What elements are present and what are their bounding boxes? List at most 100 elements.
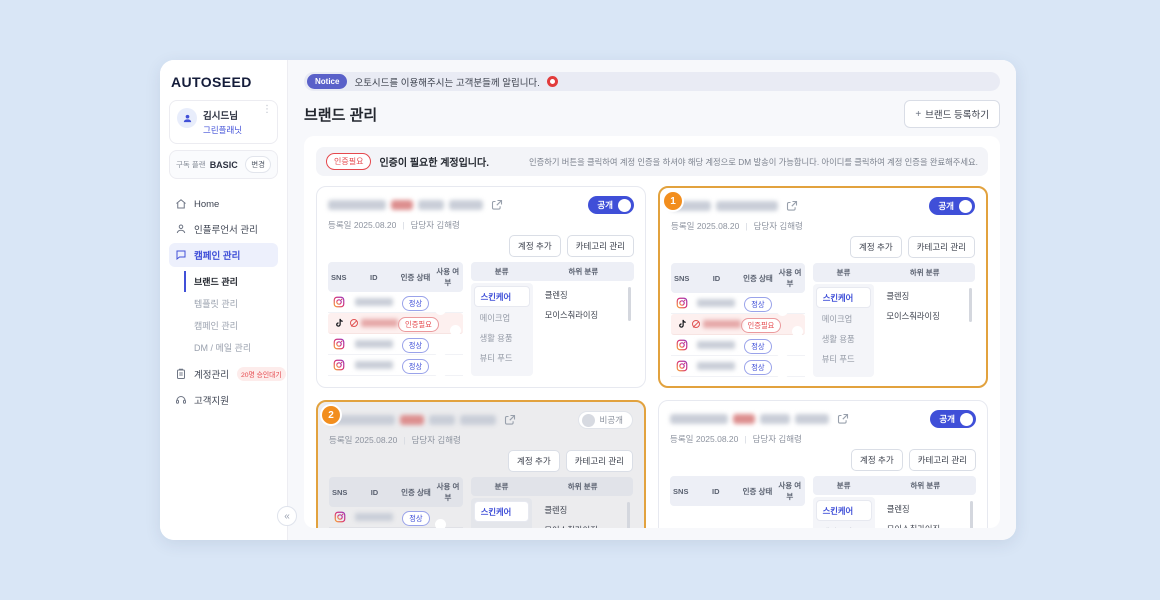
sidebar-item-home[interactable]: Home	[169, 193, 278, 215]
add-account-button[interactable]: 계정 추가	[509, 235, 561, 257]
sidebar-item-account[interactable]: 계정관리 20명 승인대기	[169, 362, 278, 386]
col-subcategory: 하위 분류	[875, 480, 976, 491]
add-account-button[interactable]: 계정 추가	[850, 236, 902, 258]
manage-category-button[interactable]: 카테고리 관리	[908, 236, 975, 258]
redacted-brand-name	[391, 200, 413, 210]
account-id-redacted[interactable]	[692, 320, 740, 328]
account-row: 인증필요	[671, 314, 805, 335]
col-id: ID	[692, 274, 740, 283]
subcategory-item: 모이스춰라이징	[886, 310, 963, 322]
category-item-selected[interactable]: 스킨케어	[474, 501, 530, 522]
status-pill: 인증필요	[741, 318, 782, 333]
sidebar-collapse-button[interactable]: «	[277, 506, 297, 526]
account-id-redacted[interactable]	[350, 298, 398, 306]
account-id-redacted[interactable]	[350, 319, 398, 327]
open-link-icon[interactable]	[837, 413, 849, 425]
category-item[interactable]: 생활 용품	[474, 328, 530, 347]
account-id-redacted[interactable]	[692, 341, 740, 349]
toggle-knob	[960, 413, 973, 426]
redacted-brand-name	[733, 414, 755, 424]
add-account-button[interactable]: 계정 추가	[508, 450, 560, 472]
sidebar-item-influencer[interactable]: 인플루언서 관리	[169, 217, 278, 241]
blocked-icon	[350, 319, 358, 327]
category-item[interactable]: 메이크업	[816, 309, 872, 328]
category-item[interactable]: 메이크업	[474, 308, 530, 327]
category-item-selected[interactable]: 스킨케어	[816, 287, 872, 308]
sidebar-item-dm-mail[interactable]: DM / 메일 관리	[169, 337, 278, 358]
scrollbar[interactable]	[628, 287, 631, 321]
col-id: ID	[350, 273, 398, 282]
registered-date: 등록일 2025.08.20	[328, 219, 396, 231]
user-org: 그린플래닛	[203, 124, 242, 136]
account-row: 정상	[671, 356, 805, 377]
visibility-toggle[interactable]: 공개	[930, 410, 976, 428]
plan-card: 구독 플랜 BASIC 변경	[169, 150, 278, 179]
open-link-icon[interactable]	[504, 414, 516, 426]
instagram-icon	[328, 359, 350, 371]
col-status: 인증 상태	[741, 273, 776, 284]
manage-category-button[interactable]: 카테고리 관리	[909, 449, 976, 471]
campaign-subnav: 브랜드 관리 템플릿 관리 캠페인 관리 DM / 메일 관리	[169, 271, 278, 358]
visibility-toggle[interactable]: 공개	[588, 196, 634, 214]
open-link-icon[interactable]	[491, 199, 503, 211]
scrollbar[interactable]	[969, 288, 972, 322]
redacted-brand-name	[795, 414, 829, 424]
col-subcategory: 하위 분류	[532, 481, 633, 492]
col-id: ID	[350, 488, 398, 497]
category-table: 분류 하위 분류 스킨케어 메이크업 생활 용품 뷰티 푸드	[813, 263, 975, 377]
toggle-knob	[582, 414, 595, 427]
clipboard-icon	[175, 368, 187, 380]
visibility-toggle[interactable]: 공개	[929, 197, 975, 215]
subcategory-item: 모이스춰라이징	[887, 523, 964, 528]
notice-text: 오토시드를 이용해주시는 고객분들께 알립니다.	[354, 75, 539, 89]
scrollbar[interactable]	[627, 502, 630, 528]
category-item[interactable]: 뷰티 푸드	[474, 348, 530, 367]
registered-date: 등록일 2025.08.20	[670, 433, 738, 445]
col-status: 인증 상태	[399, 487, 434, 498]
account-id-redacted[interactable]	[350, 361, 398, 369]
open-link-icon[interactable]	[786, 200, 798, 212]
sidebar-item-campaign-management[interactable]: 캠페인 관리	[169, 315, 278, 336]
sidebar-item-template-management[interactable]: 템플릿 관리	[169, 293, 278, 314]
account-id-redacted[interactable]	[692, 362, 740, 370]
separator: |	[745, 221, 747, 231]
manage-category-button[interactable]: 카테고리 관리	[566, 450, 633, 472]
account-id-redacted[interactable]	[350, 513, 398, 521]
page-title: 브랜드 관리	[304, 104, 377, 125]
profile-card[interactable]: 김시드님 그린플래닛 ⋮	[169, 100, 278, 144]
scrollbar[interactable]	[970, 501, 973, 528]
visibility-toggle[interactable]: 비공개	[578, 411, 633, 429]
col-sns: SNS	[670, 487, 692, 496]
notice-bar[interactable]: Notice 오토시드를 이용해주시는 고객분들께 알립니다.	[304, 72, 1000, 91]
category-item[interactable]: 생활 용품	[816, 329, 872, 348]
manage-category-button[interactable]: 카테고리 관리	[567, 235, 634, 257]
add-account-button[interactable]: 계정 추가	[851, 449, 903, 471]
subcategory-item: 모이스춰라이징	[545, 309, 622, 321]
category-item-selected[interactable]: 스킨케어	[474, 286, 530, 307]
redacted-brand-name	[760, 414, 790, 424]
sidebar-item-support[interactable]: 고객지원	[169, 388, 278, 412]
category-item[interactable]: 뷰티 푸드	[816, 349, 872, 368]
sidebar-item-campaign[interactable]: 캠페인 관리	[169, 243, 278, 267]
info-title: 인증이 필요한 계정입니다.	[379, 154, 489, 169]
plan-change-button[interactable]: 변경	[245, 156, 271, 173]
register-brand-button[interactable]: + 브랜드 등록하기	[904, 100, 1000, 128]
category-item[interactable]: 메이크업	[474, 523, 530, 528]
col-sns: SNS	[329, 488, 350, 497]
category-item[interactable]: 메이크업	[816, 522, 872, 528]
redacted-brand-name	[418, 200, 444, 210]
sidebar-item-brand-management[interactable]: 브랜드 관리	[184, 271, 278, 292]
account-id-redacted[interactable]	[350, 340, 398, 348]
account-table: SNS ID 인증 상태 사용 여부 정상	[329, 477, 463, 528]
category-item-selected[interactable]: 스킨케어	[816, 500, 872, 521]
manager-name: 담당자 김해령	[753, 433, 802, 445]
account-table: SNS ID 인증 상태 사용 여부 정상	[671, 263, 805, 377]
instagram-icon	[328, 338, 350, 350]
subcategory-item: 클렌징	[544, 504, 621, 516]
kebab-menu-icon[interactable]: ⋮	[262, 105, 272, 115]
account-id-redacted[interactable]	[692, 299, 740, 307]
instagram-icon	[671, 297, 692, 309]
status-pill: 정상	[744, 360, 771, 375]
tiktok-icon	[328, 317, 350, 329]
plan-value: BASIC	[210, 160, 238, 170]
